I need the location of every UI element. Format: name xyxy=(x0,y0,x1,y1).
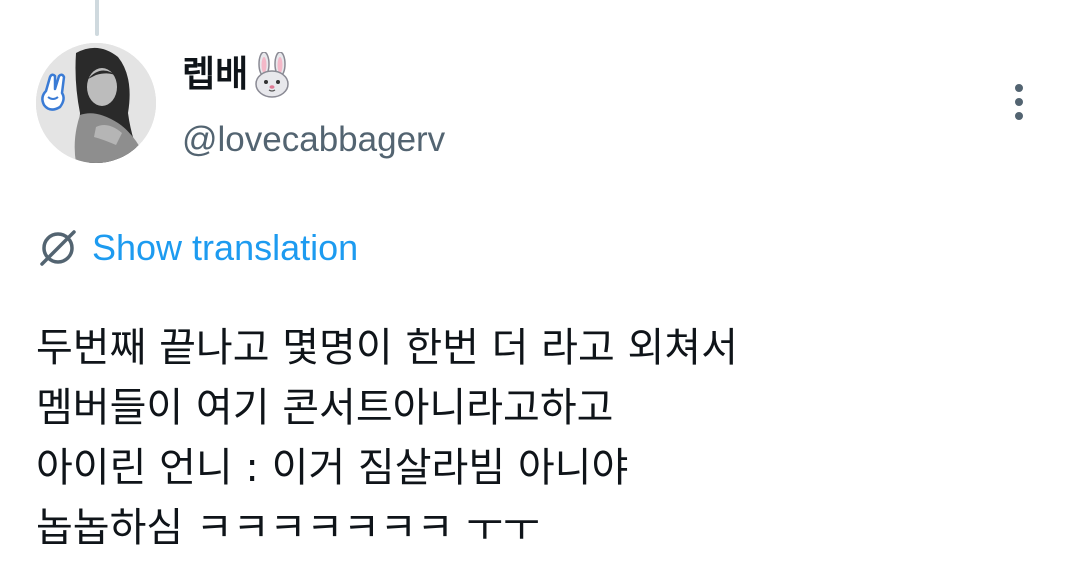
tweet-page: 렙배 @lovecabbagerv Show translation 두번째 끝… xyxy=(0,0,1080,586)
avatar[interactable] xyxy=(36,43,156,163)
author-display-name[interactable]: 렙배 xyxy=(182,50,292,100)
avatar-photo xyxy=(36,43,156,163)
thread-connector-line xyxy=(95,0,99,36)
tweet-text-line: 놉놉하심 ㅋㅋㅋㅋㅋㅋㅋ ㅜㅜ xyxy=(36,505,540,551)
globe-icon xyxy=(36,226,80,270)
tweet-text-line: 아이린 언니 : 이거 짐살라빔 아니야 xyxy=(36,445,629,491)
display-name-text: 렙배 xyxy=(182,54,249,95)
rabbit-face-icon xyxy=(252,51,292,98)
tweet-text-line: 두번째 끝나고 몇명이 한번 더 라고 외쳐서 xyxy=(36,325,738,371)
show-translation-link[interactable]: Show translation xyxy=(36,222,358,274)
more-options-button[interactable] xyxy=(1000,78,1040,126)
tweet-text-line: 멤버들이 여기 콘서트아니라고하고 xyxy=(36,385,614,431)
show-translation-label: Show translation xyxy=(92,227,359,268)
tweet-body: 두번째 끝나고 몇명이 한번 더 라고 외쳐서 멤버들이 여기 콘서트아니라고하… xyxy=(36,318,1046,558)
author-handle[interactable]: @lovecabbagerv xyxy=(182,116,445,164)
